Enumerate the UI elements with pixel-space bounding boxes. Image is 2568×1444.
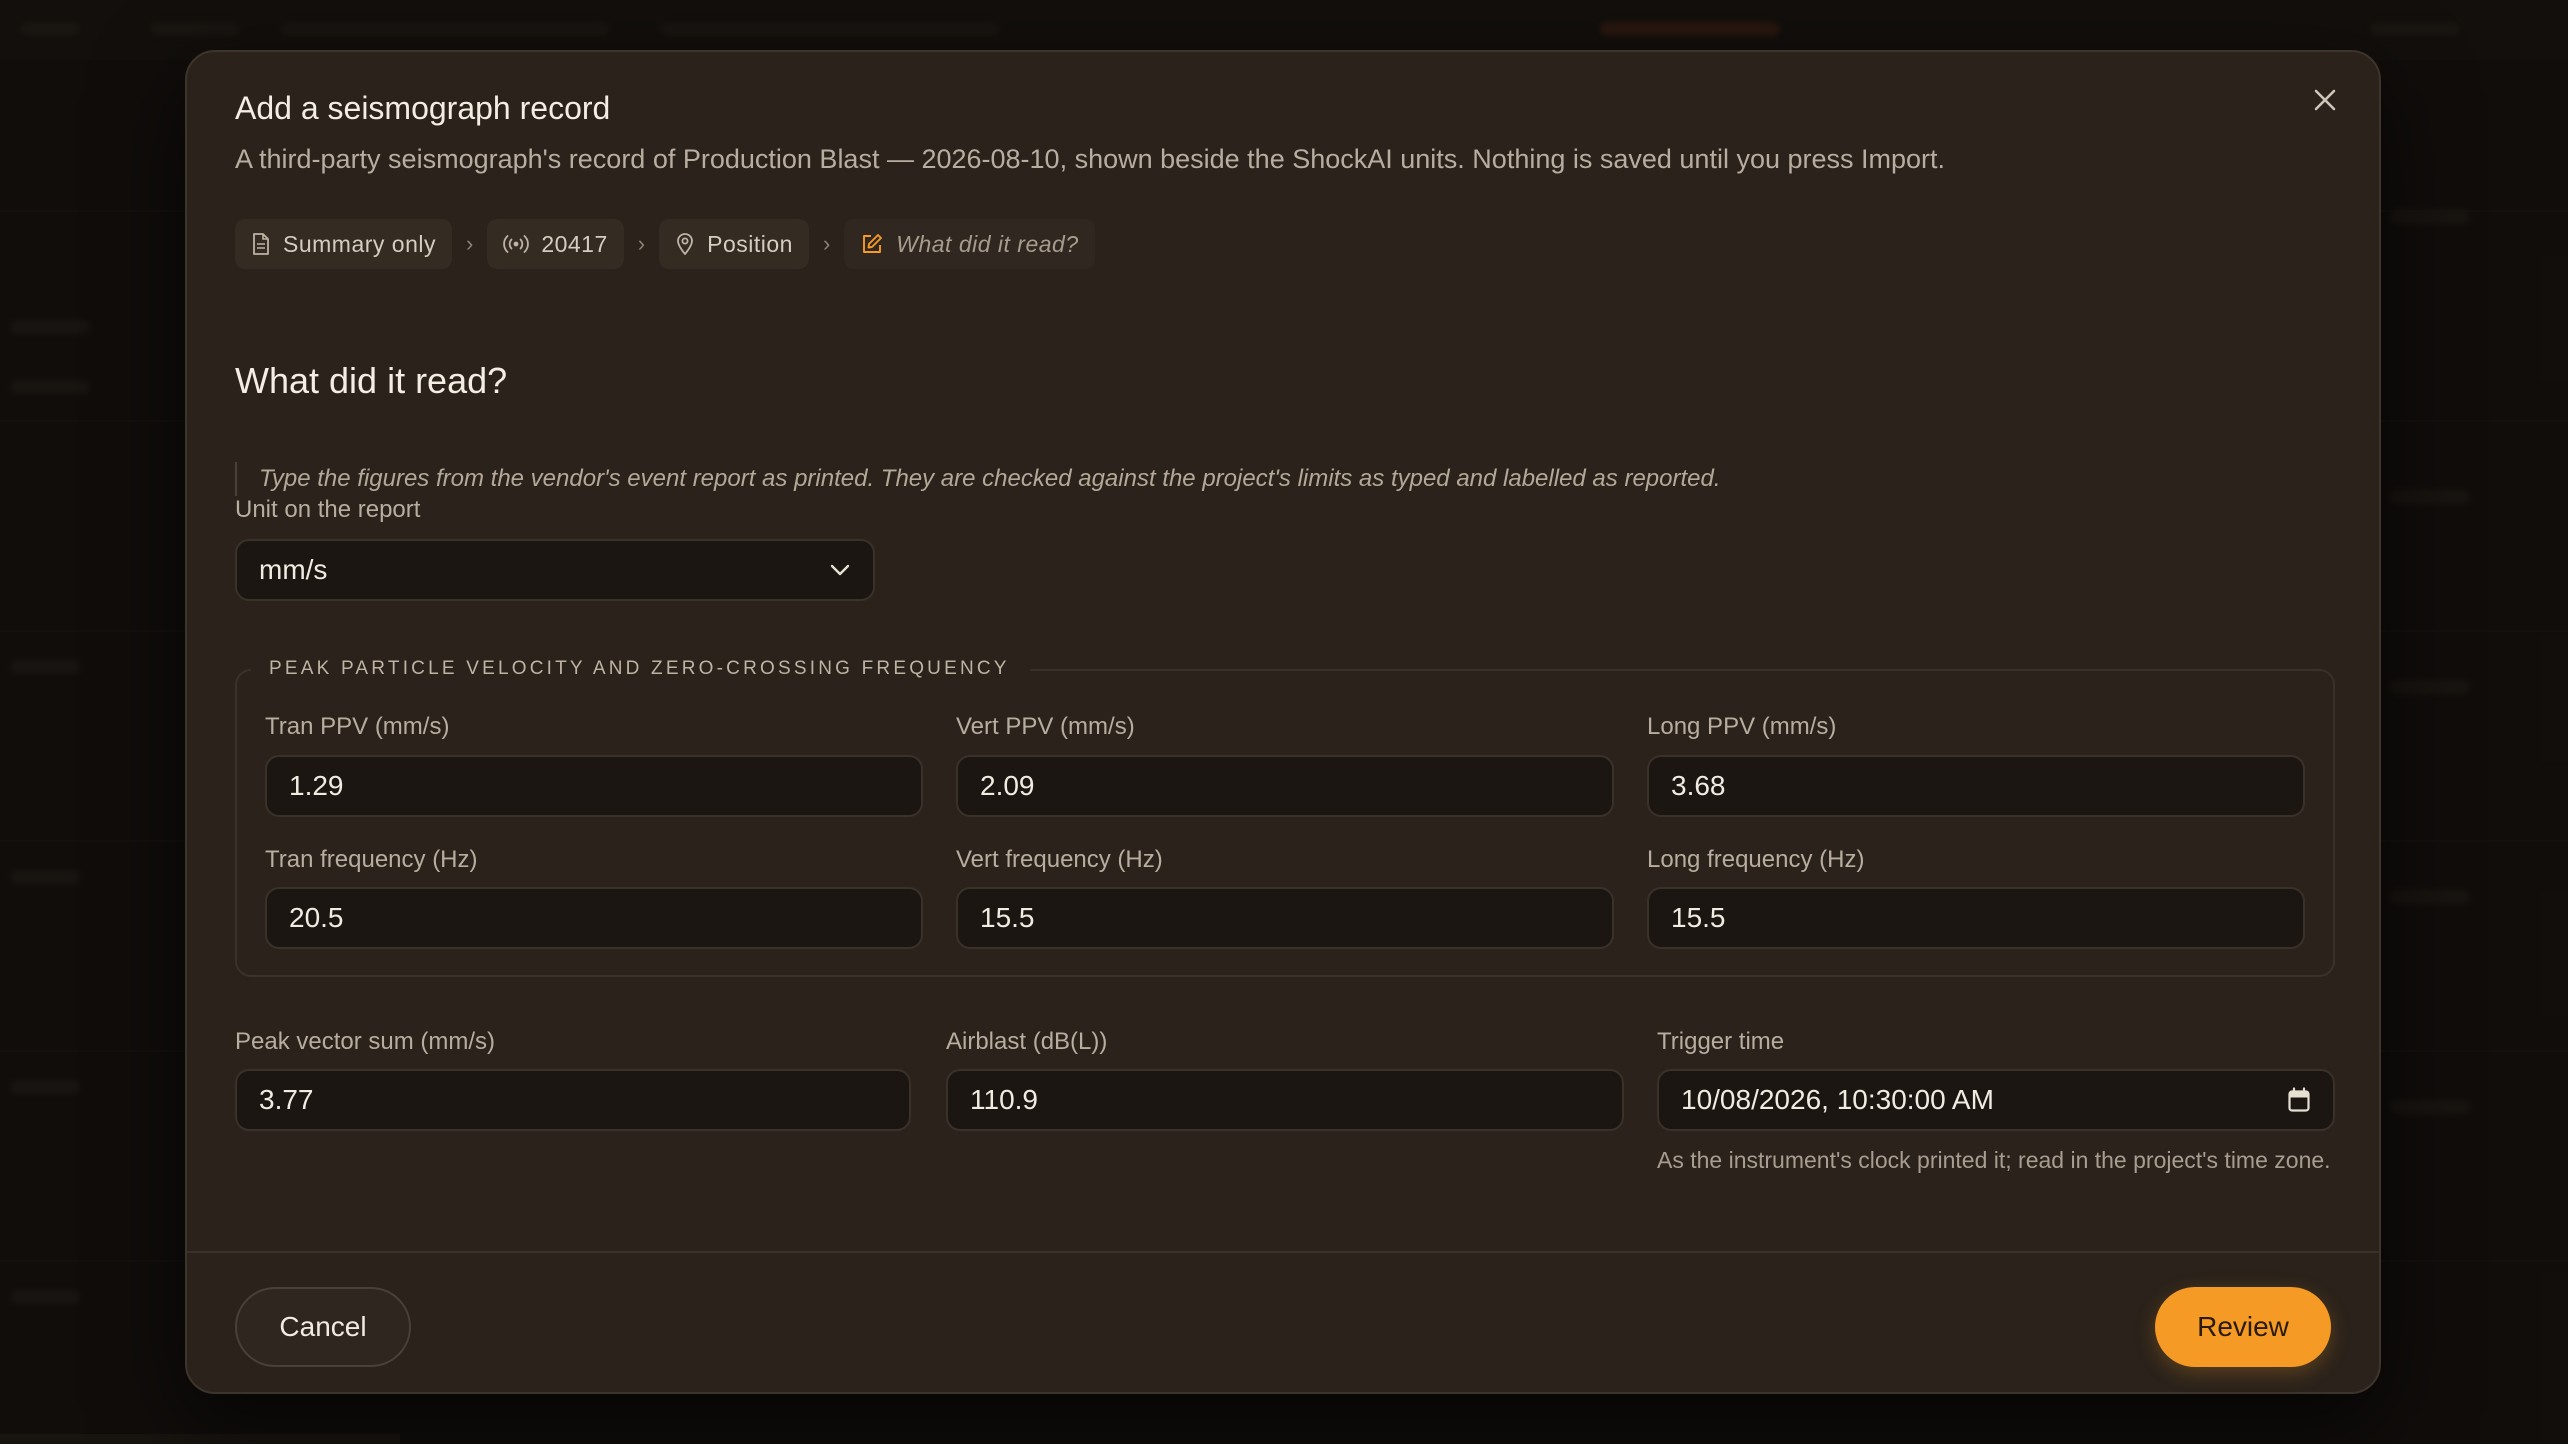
footer-divider xyxy=(187,1251,2379,1253)
airblast-input[interactable]: 110.9 xyxy=(946,1069,1624,1131)
breadcrumb: Summary only › 20417 › Position › What d… xyxy=(235,219,1095,269)
broadcast-icon xyxy=(503,235,530,253)
vert-ppv-label: Vert PPV (mm/s) xyxy=(956,713,1135,740)
peak-vector-sum-input[interactable]: 3.77 xyxy=(235,1069,911,1131)
unit-label: Unit on the report xyxy=(235,496,421,523)
long-frequency-value: 15.5 xyxy=(1671,902,1726,933)
section-heading: What did it read? xyxy=(235,360,508,401)
breadcrumb-separator: › xyxy=(465,231,474,256)
peak-vector-sum-label: Peak vector sum (mm/s) xyxy=(235,1028,496,1055)
step-what-did-it-read[interactable]: What did it read? xyxy=(844,219,1095,269)
trigger-time-hint: As the instrument's clock printed it; re… xyxy=(1657,1147,2331,1173)
airblast-label: Airblast (dB(L)) xyxy=(946,1028,1108,1055)
unit-select[interactable]: mm/s xyxy=(235,539,875,601)
vert-frequency-label: Vert frequency (Hz) xyxy=(956,846,1163,873)
dialog-description: A third-party seismograph's record of Pr… xyxy=(235,144,1946,174)
vert-frequency-value: 15.5 xyxy=(980,902,1035,933)
peak-vector-sum-value: 3.77 xyxy=(259,1084,314,1115)
ppv-frequency-group: PEAK PARTICLE VELOCITY AND ZERO-CROSSING… xyxy=(235,658,2335,977)
trigger-time-input[interactable]: 10/08/2026, 10:30:00 AM xyxy=(1657,1069,2335,1131)
step-seismograph-id[interactable]: 20417 xyxy=(487,219,624,269)
tran-frequency-value: 20.5 xyxy=(289,902,344,933)
long-frequency-label: Long frequency (Hz) xyxy=(1647,846,1865,873)
tran-frequency-label: Tran frequency (Hz) xyxy=(265,846,478,873)
long-frequency-input[interactable]: 15.5 xyxy=(1647,887,2305,949)
step-label: What did it read? xyxy=(896,230,1079,257)
tran-ppv-value: 1.29 xyxy=(289,770,344,801)
tran-ppv-label: Tran PPV (mm/s) xyxy=(265,713,450,740)
instruction-note: Type the figures from the vendor's event… xyxy=(235,462,1721,496)
close-button[interactable] xyxy=(2303,78,2347,122)
step-position[interactable]: Position xyxy=(659,219,809,269)
tran-frequency-input[interactable]: 20.5 xyxy=(265,887,923,949)
long-ppv-input[interactable]: 3.68 xyxy=(1647,755,2305,817)
close-icon xyxy=(2314,89,2336,111)
step-label: Summary only xyxy=(283,230,436,257)
step-summary-only[interactable]: Summary only xyxy=(235,219,452,269)
long-ppv-value: 3.68 xyxy=(1671,770,1726,801)
breadcrumb-separator: › xyxy=(822,231,831,256)
step-label: Position xyxy=(707,230,793,257)
airblast-value: 110.9 xyxy=(970,1084,1038,1115)
add-seismograph-dialog: Add a seismograph record A third-party s… xyxy=(185,50,2381,1394)
trigger-time-value: 10/08/2026, 10:30:00 AM xyxy=(1681,1084,1994,1115)
calendar-icon[interactable] xyxy=(2287,1087,2311,1113)
map-pin-icon xyxy=(677,233,694,255)
tran-ppv-input[interactable]: 1.29 xyxy=(265,755,923,817)
long-ppv-label: Long PPV (mm/s) xyxy=(1647,713,1837,740)
step-label: 20417 xyxy=(541,230,608,257)
vert-ppv-value: 2.09 xyxy=(980,770,1035,801)
unit-select-value: mm/s xyxy=(259,554,328,585)
breadcrumb-separator: › xyxy=(637,231,646,256)
trigger-time-label: Trigger time xyxy=(1657,1028,1785,1055)
edit-icon xyxy=(863,234,883,253)
chevron-down-icon xyxy=(830,564,850,576)
vert-frequency-input[interactable]: 15.5 xyxy=(956,887,1614,949)
ppv-group-legend: PEAK PARTICLE VELOCITY AND ZERO-CROSSING… xyxy=(251,658,1030,680)
vert-ppv-input[interactable]: 2.09 xyxy=(956,755,1614,817)
document-icon xyxy=(253,233,269,255)
cancel-button[interactable]: Cancel xyxy=(235,1287,411,1367)
review-button[interactable]: Review xyxy=(2155,1287,2331,1367)
dialog-title: Add a seismograph record xyxy=(235,90,611,126)
